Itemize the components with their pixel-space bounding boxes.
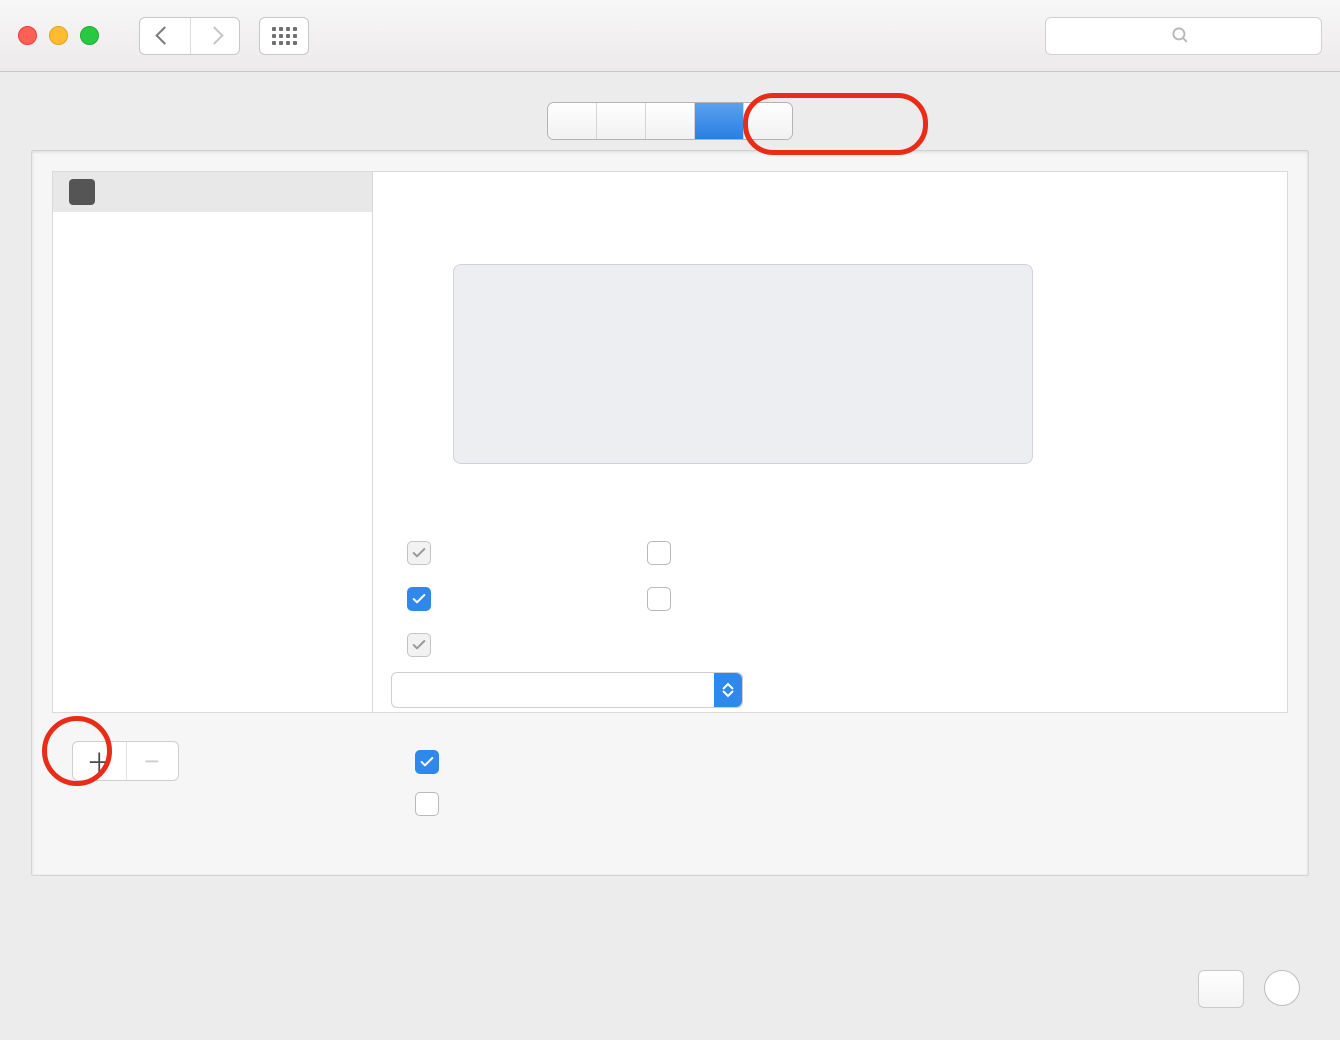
grid-icon bbox=[272, 27, 297, 45]
minimize-window-button[interactable] bbox=[49, 26, 68, 45]
body-area: ＋ − bbox=[0, 72, 1340, 1040]
caps-lock-row bbox=[377, 672, 743, 708]
remove-source-button[interactable]: − bbox=[126, 742, 179, 780]
checkbox-show-input-menu[interactable] bbox=[415, 750, 439, 774]
close-window-button[interactable] bbox=[18, 26, 37, 45]
bluetooth-keyboard-setup-button[interactable] bbox=[1198, 970, 1244, 1008]
preferences-panel: ＋ − bbox=[31, 150, 1309, 876]
checkbox-katakana[interactable] bbox=[407, 587, 431, 611]
tab-shortcuts[interactable] bbox=[646, 103, 695, 139]
source-split bbox=[52, 171, 1288, 713]
keyboard-layout-preview bbox=[453, 264, 1033, 464]
zoom-window-button[interactable] bbox=[80, 26, 99, 45]
forward-button[interactable] bbox=[190, 18, 240, 54]
checkbox-eiji bbox=[407, 633, 431, 657]
add-source-button[interactable]: ＋ bbox=[73, 742, 126, 780]
below-controls: ＋ − bbox=[72, 741, 1268, 781]
checkbox-hiragana bbox=[407, 541, 431, 565]
caps-lock-select[interactable] bbox=[391, 672, 743, 708]
help-button[interactable] bbox=[1264, 970, 1300, 1006]
checkbox-zenkaku-eiji[interactable] bbox=[647, 541, 671, 565]
show-all-prefs-button[interactable] bbox=[259, 17, 309, 55]
checkbox-hankaku-katakana[interactable] bbox=[647, 587, 671, 611]
chevron-right-icon bbox=[205, 26, 223, 44]
tabs bbox=[547, 102, 793, 140]
input-source-detail bbox=[373, 172, 1287, 712]
select-stepper-icon bbox=[714, 673, 742, 707]
input-sources-sidebar bbox=[53, 172, 373, 712]
tab-dictation[interactable] bbox=[744, 103, 792, 139]
traffic-lights bbox=[18, 26, 99, 45]
tab-keyboard[interactable] bbox=[548, 103, 597, 139]
add-remove-source: ＋ − bbox=[72, 741, 179, 781]
chevron-left-icon bbox=[156, 26, 174, 44]
back-button[interactable] bbox=[140, 18, 190, 54]
input-source-row-japanese[interactable] bbox=[53, 172, 372, 212]
bottom-bar bbox=[0, 900, 1340, 1040]
nav-back-forward bbox=[139, 17, 240, 55]
input-modes bbox=[407, 530, 445, 668]
window-toolbar bbox=[0, 0, 1340, 72]
tab-input-sources[interactable] bbox=[695, 103, 744, 139]
checkbox-auto-switch-source[interactable] bbox=[415, 792, 439, 816]
search-icon bbox=[1171, 26, 1190, 45]
input-source-badge-icon bbox=[69, 179, 95, 205]
tab-userdict[interactable] bbox=[597, 103, 646, 139]
search-field[interactable] bbox=[1045, 17, 1322, 55]
